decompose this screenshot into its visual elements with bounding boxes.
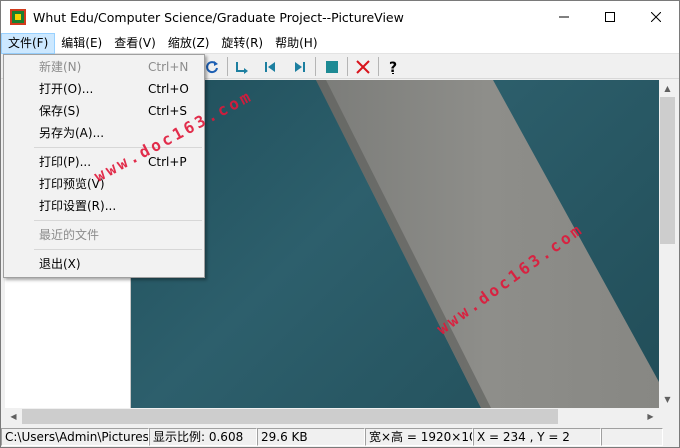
menu-item-save[interactable]: 保存(S) Ctrl+S <box>6 100 202 122</box>
menu-item-label: 打开(O)... <box>39 82 94 96</box>
status-scale: 显示比例: 0.608 <box>149 428 257 446</box>
svg-text:?: ? <box>389 60 397 75</box>
stop-icon <box>326 61 338 73</box>
maximize-button[interactable] <box>587 1 633 33</box>
image-canvas[interactable] <box>131 80 659 408</box>
menu-file[interactable]: 文件(F) <box>1 32 56 54</box>
menu-item-shortcut: Ctrl+O <box>148 82 189 96</box>
menu-item-new[interactable]: 新建(N) Ctrl+N <box>6 56 202 78</box>
horizontal-scrollbar[interactable]: ◀ ▶ <box>5 408 676 425</box>
menu-edit[interactable]: 编辑(E) <box>55 33 108 54</box>
stop-button[interactable] <box>321 56 343 78</box>
menu-zoom[interactable]: 缩放(Z) <box>162 33 216 54</box>
menu-rotate[interactable]: 旋转(R) <box>215 33 269 54</box>
delete-button[interactable] <box>352 56 374 78</box>
menu-separator <box>34 249 202 250</box>
help-icon: ? <box>389 60 397 75</box>
status-dimensions: 宽×高 = 1920×108 <box>365 428 473 446</box>
scroll-right-arrow-icon[interactable]: ▶ <box>642 408 659 425</box>
help-button[interactable]: ? <box>383 56 405 78</box>
first-icon <box>265 62 275 72</box>
toolbar-separator <box>315 57 316 76</box>
picture-band <box>316 80 659 408</box>
menu-separator <box>34 220 202 221</box>
app-icon <box>10 9 26 25</box>
app-window: Whut Edu/Computer Science/Graduate Proje… <box>0 0 680 448</box>
menu-item-label: 打印(P)... <box>39 155 92 169</box>
menu-item-shortcut: Ctrl+S <box>148 104 188 118</box>
horizontal-scroll-thumb[interactable] <box>22 409 558 424</box>
menu-item-label: 新建(N) <box>39 60 82 74</box>
vertical-scroll-thumb[interactable] <box>660 97 675 244</box>
menu-item-shortcut: Ctrl+N <box>148 60 189 74</box>
scroll-left-arrow-icon[interactable]: ◀ <box>5 408 22 425</box>
menu-bar: 文件(F) 编辑(E) 查看(V) 缩放(Z) 旋转(R) 帮助(H) <box>1 32 679 54</box>
rotate-button[interactable] <box>231 56 253 78</box>
menu-item-label: 打印预览(V) <box>39 177 105 191</box>
menu-item-print-setup[interactable]: 打印设置(R)... <box>6 195 202 217</box>
status-extra <box>601 428 663 446</box>
menu-help[interactable]: 帮助(H) <box>269 33 323 54</box>
close-icon <box>651 12 661 22</box>
toolbar-separator <box>378 57 379 76</box>
status-coords: X = 234 , Y = 2 <box>473 428 601 446</box>
menu-item-label: 退出(X) <box>39 257 81 271</box>
title-bar[interactable]: Whut Edu/Computer Science/Graduate Proje… <box>1 1 679 33</box>
status-file-size: 29.6 KB <box>257 428 365 446</box>
scroll-down-arrow-icon[interactable]: ▼ <box>659 391 676 408</box>
next-icon <box>295 62 305 72</box>
toolbar-separator <box>347 57 348 76</box>
menu-item-label: 另存为(A)... <box>39 126 105 140</box>
close-button[interactable] <box>633 1 679 33</box>
menu-item-recent-files[interactable]: 最近的文件 <box>6 224 202 246</box>
status-bar: C:\Users\Admin\Pictures\ 显示比例: 0.608 29.… <box>1 427 679 447</box>
picture <box>316 80 659 408</box>
next-button[interactable] <box>289 56 311 78</box>
menu-item-exit[interactable]: 退出(X) <box>6 253 202 275</box>
status-path: C:\Users\Admin\Pictures\ <box>1 428 149 446</box>
vertical-scrollbar[interactable]: ▲ ▼ <box>659 80 676 408</box>
minimize-icon <box>559 16 569 18</box>
first-button[interactable] <box>259 56 281 78</box>
refresh-icon <box>206 61 218 74</box>
menu-item-label: 打印设置(R)... <box>39 199 117 213</box>
window-controls <box>541 1 679 33</box>
minimize-button[interactable] <box>541 1 587 33</box>
toolbar-separator <box>227 57 228 76</box>
menu-item-open[interactable]: 打开(O)... Ctrl+O <box>6 78 202 100</box>
menu-item-label: 保存(S) <box>39 104 80 118</box>
maximize-icon <box>605 12 615 22</box>
window-title: Whut Edu/Computer Science/Graduate Proje… <box>33 9 404 25</box>
menu-separator <box>34 147 202 148</box>
menu-view[interactable]: 查看(V) <box>108 33 162 54</box>
delete-icon <box>356 60 370 74</box>
rotate-icon <box>236 62 248 74</box>
menu-item-label: 最近的文件 <box>39 228 100 242</box>
scroll-up-arrow-icon[interactable]: ▲ <box>659 80 676 97</box>
